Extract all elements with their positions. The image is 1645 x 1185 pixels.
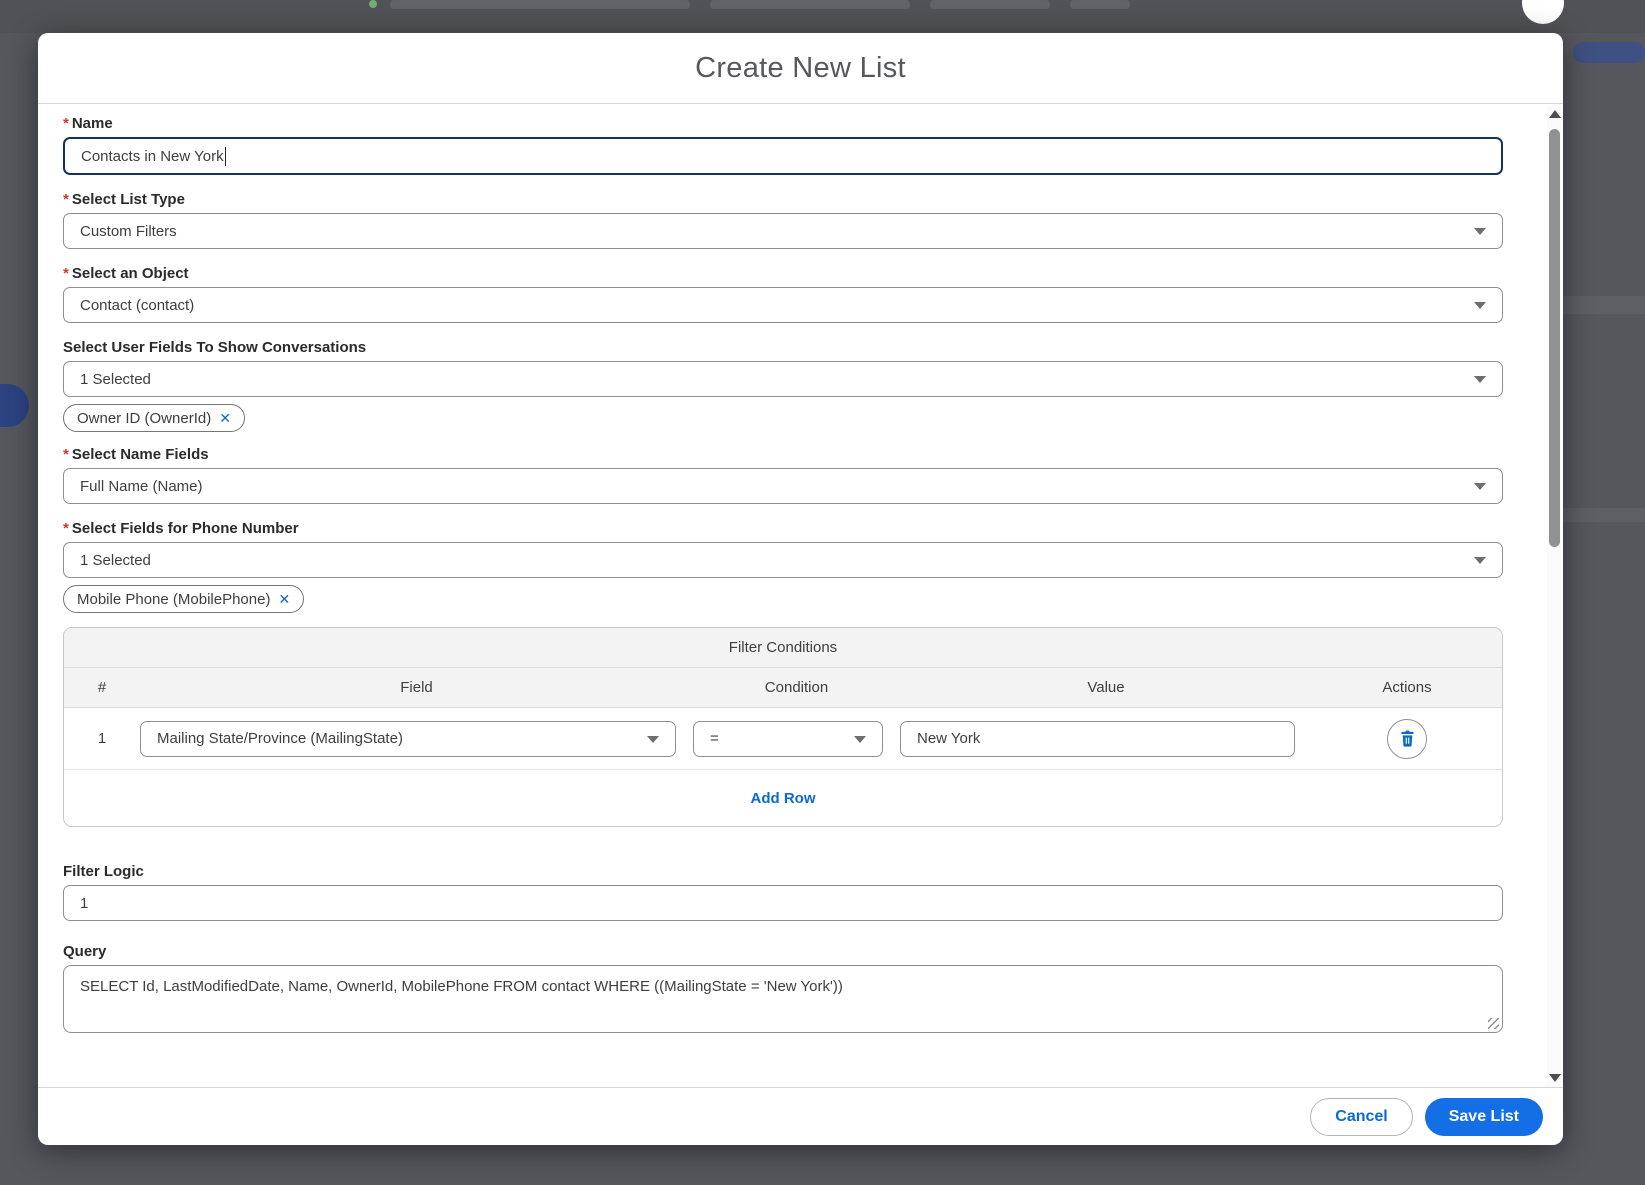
phone-fields-value: 1 Selected xyxy=(80,552,151,569)
name-input-value: Contacts in New York xyxy=(81,148,224,165)
scroll-down-icon[interactable] xyxy=(1549,1074,1561,1082)
required-marker: * xyxy=(63,520,69,537)
background-text-ghost xyxy=(1070,0,1130,9)
cancel-button[interactable]: Cancel xyxy=(1310,1098,1412,1136)
selected-chip-mobile-phone: Mobile Phone (MobilePhone) ✕ xyxy=(63,585,304,613)
create-list-modal: Create New List *Name Contacts in New Yo… xyxy=(38,33,1563,1145)
background-row-ghost xyxy=(1563,508,1645,522)
field-group-query: Query SELECT Id, LastModifiedDate, Name,… xyxy=(63,943,1503,1033)
chip-label: Owner ID (OwnerId) xyxy=(77,410,211,427)
chevron-down-icon xyxy=(1474,557,1486,564)
chevron-down-icon xyxy=(647,736,659,743)
modal-scrollbar[interactable] xyxy=(1547,105,1562,1087)
name-fields-value: Full Name (Name) xyxy=(80,478,203,495)
filter-logic-input[interactable]: 1 xyxy=(63,885,1503,921)
resize-handle[interactable] xyxy=(1488,1018,1499,1029)
save-list-button[interactable]: Save List xyxy=(1425,1098,1543,1136)
list-type-label: *Select List Type xyxy=(63,191,1503,208)
query-textarea[interactable]: SELECT Id, LastModifiedDate, Name, Owner… xyxy=(63,965,1503,1033)
scroll-up-icon[interactable] xyxy=(1549,110,1561,118)
filter-table-footer: Add Row xyxy=(64,770,1502,826)
filter-conditions-title: Filter Conditions xyxy=(64,628,1502,668)
selected-chip-owner-id: Owner ID (OwnerId) ✕ xyxy=(63,404,245,432)
modal-body: *Name Contacts in New York *Select List … xyxy=(38,105,1539,1087)
field-group-filter-logic: Filter Logic 1 xyxy=(63,863,1503,921)
query-label: Query xyxy=(63,943,1503,960)
field-group-object: *Select an Object Contact (contact) xyxy=(63,265,1503,323)
name-fields-label: *Select Name Fields xyxy=(63,446,1503,463)
required-marker: * xyxy=(63,446,69,463)
filter-row: 1 Mailing State/Province (MailingState) … xyxy=(64,708,1502,770)
column-header-value: Value xyxy=(900,679,1312,696)
user-fields-label: Select User Fields To Show Conversations xyxy=(63,339,1503,356)
field-group-user-fields: Select User Fields To Show Conversations… xyxy=(63,339,1503,432)
remove-chip-icon[interactable]: ✕ xyxy=(278,592,290,606)
list-type-value: Custom Filters xyxy=(80,223,177,240)
background-status-dot xyxy=(369,0,377,8)
user-fields-select[interactable]: 1 Selected xyxy=(63,361,1503,397)
scrollbar-thumb[interactable] xyxy=(1549,129,1560,547)
object-value: Contact (contact) xyxy=(80,297,194,314)
filter-field-value: Mailing State/Province (MailingState) xyxy=(157,730,403,747)
add-row-link[interactable]: Add Row xyxy=(751,790,816,807)
object-select[interactable]: Contact (contact) xyxy=(63,287,1503,323)
filter-value-text: New York xyxy=(917,730,980,747)
phone-fields-label: *Select Fields for Phone Number xyxy=(63,520,1503,537)
column-header-num: # xyxy=(64,679,140,696)
modal-footer: Cancel Save List xyxy=(38,1087,1563,1145)
chevron-down-icon xyxy=(1474,483,1486,490)
field-group-name-fields: *Select Name Fields Full Name (Name) xyxy=(63,446,1503,504)
column-header-actions: Actions xyxy=(1312,679,1502,696)
filter-condition-select[interactable]: = xyxy=(693,721,883,757)
modal-title: Create New List xyxy=(695,52,906,85)
filter-logic-value: 1 xyxy=(80,895,88,912)
column-header-condition: Condition xyxy=(693,679,900,696)
field-group-phone-fields: *Select Fields for Phone Number 1 Select… xyxy=(63,520,1503,613)
list-type-select[interactable]: Custom Filters xyxy=(63,213,1503,249)
column-header-field: Field xyxy=(140,679,693,696)
remove-chip-icon[interactable]: ✕ xyxy=(219,411,231,425)
chevron-down-icon xyxy=(1474,376,1486,383)
filter-value-input[interactable]: New York xyxy=(900,721,1295,757)
name-input[interactable]: Contacts in New York xyxy=(63,137,1503,175)
name-label: *Name xyxy=(63,115,1503,132)
chevron-down-icon xyxy=(1474,302,1486,309)
modal-header: Create New List xyxy=(38,33,1563,104)
trash-icon xyxy=(1399,730,1416,747)
chip-label: Mobile Phone (MobilePhone) xyxy=(77,591,270,608)
filter-logic-label: Filter Logic xyxy=(63,863,1503,880)
name-fields-select[interactable]: Full Name (Name) xyxy=(63,468,1503,504)
filter-field-select[interactable]: Mailing State/Province (MailingState) xyxy=(140,721,676,757)
chevron-down-icon xyxy=(854,736,866,743)
background-button-ghost xyxy=(1573,42,1645,63)
query-value: SELECT Id, LastModifiedDate, Name, Owner… xyxy=(80,978,843,995)
background-text-ghost xyxy=(390,0,690,9)
required-marker: * xyxy=(63,115,69,132)
phone-fields-select[interactable]: 1 Selected xyxy=(63,542,1503,578)
user-fields-value: 1 Selected xyxy=(80,371,151,388)
background-row-ghost xyxy=(1563,296,1645,314)
field-group-list-type: *Select List Type Custom Filters xyxy=(63,191,1503,249)
filter-condition-value: = xyxy=(710,730,719,747)
filter-conditions-header-row: # Field Condition Value Actions xyxy=(64,668,1502,708)
screen: Create New List *Name Contacts in New Yo… xyxy=(0,0,1645,1185)
required-marker: * xyxy=(63,265,69,282)
background-button-ghost xyxy=(0,384,29,427)
delete-row-button[interactable] xyxy=(1387,719,1427,759)
object-label: *Select an Object xyxy=(63,265,1503,282)
filter-row-number: 1 xyxy=(64,730,140,747)
background-text-ghost xyxy=(710,0,910,9)
required-marker: * xyxy=(63,191,69,208)
field-group-name: *Name Contacts in New York xyxy=(63,115,1503,175)
background-text-ghost xyxy=(930,0,1050,9)
chevron-down-icon xyxy=(1474,228,1486,235)
text-cursor xyxy=(225,147,227,166)
filter-conditions-table: Filter Conditions # Field Condition Valu… xyxy=(63,627,1503,827)
